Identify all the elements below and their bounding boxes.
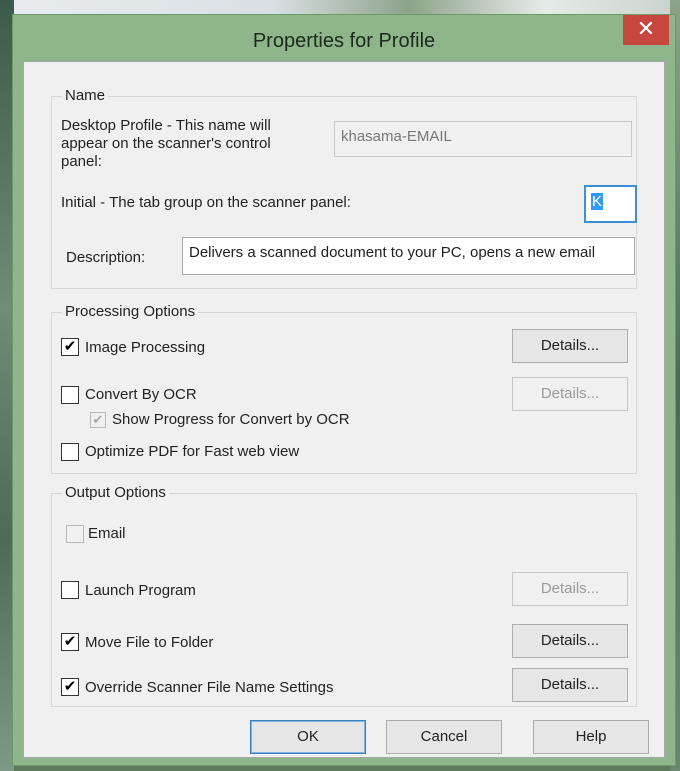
image-processing-label[interactable]: Image Processing	[85, 339, 205, 357]
optimize-pdf-checkbox[interactable]	[61, 443, 79, 461]
override-name-details-button[interactable]: Details...	[512, 668, 628, 702]
initial-field[interactable]: K	[584, 185, 637, 223]
properties-dialog: Properties for Profile ✕ Name Desktop Pr…	[12, 14, 676, 766]
move-file-label[interactable]: Move File to Folder	[85, 634, 213, 652]
desktop-profile-label: Desktop Profile - This name will appear …	[61, 117, 271, 170]
optimize-pdf-label[interactable]: Optimize PDF for Fast web view	[85, 443, 299, 461]
initial-value: K	[591, 193, 604, 210]
processing-options-label: Processing Options	[62, 302, 199, 322]
initial-label: Initial - The tab group on the scanner p…	[61, 194, 351, 211]
ok-button[interactable]: OK	[250, 720, 366, 754]
desktop-profile-field[interactable]: khasama-EMAIL	[334, 121, 632, 157]
title-bar[interactable]: Properties for Profile ✕	[13, 15, 675, 61]
dialog-title: Properties for Profile	[252, 30, 436, 52]
check-icon: ✔	[92, 412, 104, 427]
output-options-label: Output Options	[62, 483, 169, 503]
convert-ocr-checkbox[interactable]	[61, 386, 79, 404]
description-field[interactable]: Delivers a scanned document to your PC, …	[182, 237, 635, 275]
name-group-label: Name	[62, 86, 109, 106]
convert-ocr-label[interactable]: Convert By OCR	[85, 386, 197, 404]
override-name-label[interactable]: Override Scanner File Name Settings	[85, 679, 333, 697]
move-file-checkbox[interactable]: ✔	[61, 633, 79, 651]
image-processing-checkbox[interactable]: ✔	[61, 338, 79, 356]
show-progress-label[interactable]: Show Progress for Convert by OCR	[112, 411, 350, 429]
launch-program-details-button[interactable]: Details...	[512, 572, 628, 606]
launch-program-label[interactable]: Launch Program	[85, 582, 196, 600]
processing-options-group: Processing Options ✔ Image Processing De…	[51, 302, 637, 474]
convert-ocr-details-button[interactable]: Details...	[512, 377, 628, 411]
output-options-group: Output Options Email Launch Program Deta…	[51, 483, 637, 707]
dialog-body: Name Desktop Profile - This name will ap…	[23, 61, 665, 758]
move-file-details-button[interactable]: Details...	[512, 624, 628, 658]
cancel-button[interactable]: Cancel	[386, 720, 502, 754]
show-progress-checkbox[interactable]: ✔	[90, 412, 106, 428]
check-icon: ✔	[63, 633, 77, 650]
override-name-checkbox[interactable]: ✔	[61, 678, 79, 696]
description-label: Description:	[66, 249, 146, 266]
close-icon: ✕	[636, 16, 656, 41]
close-button[interactable]: ✕	[623, 15, 669, 45]
check-icon: ✔	[63, 678, 77, 695]
image-processing-details-button[interactable]: Details...	[512, 329, 628, 363]
check-icon: ✔	[63, 338, 77, 355]
email-checkbox[interactable]	[66, 525, 84, 543]
launch-program-checkbox[interactable]	[61, 581, 79, 599]
help-button[interactable]: Help	[533, 720, 649, 754]
email-label[interactable]: Email	[88, 525, 126, 543]
desktop-background-top	[0, 0, 680, 14]
name-group: Name Desktop Profile - This name will ap…	[51, 86, 637, 289]
